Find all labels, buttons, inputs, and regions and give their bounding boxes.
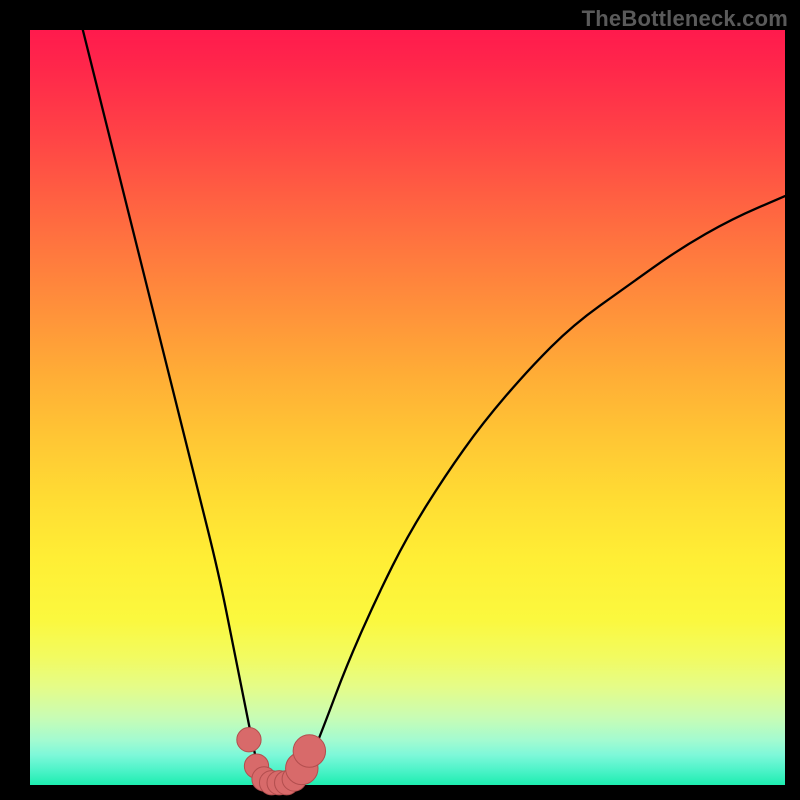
plot-area xyxy=(30,30,785,785)
chart-root: { "watermark": { "text": "TheBottleneck.… xyxy=(0,0,800,800)
watermark-text: TheBottleneck.com xyxy=(582,6,788,32)
